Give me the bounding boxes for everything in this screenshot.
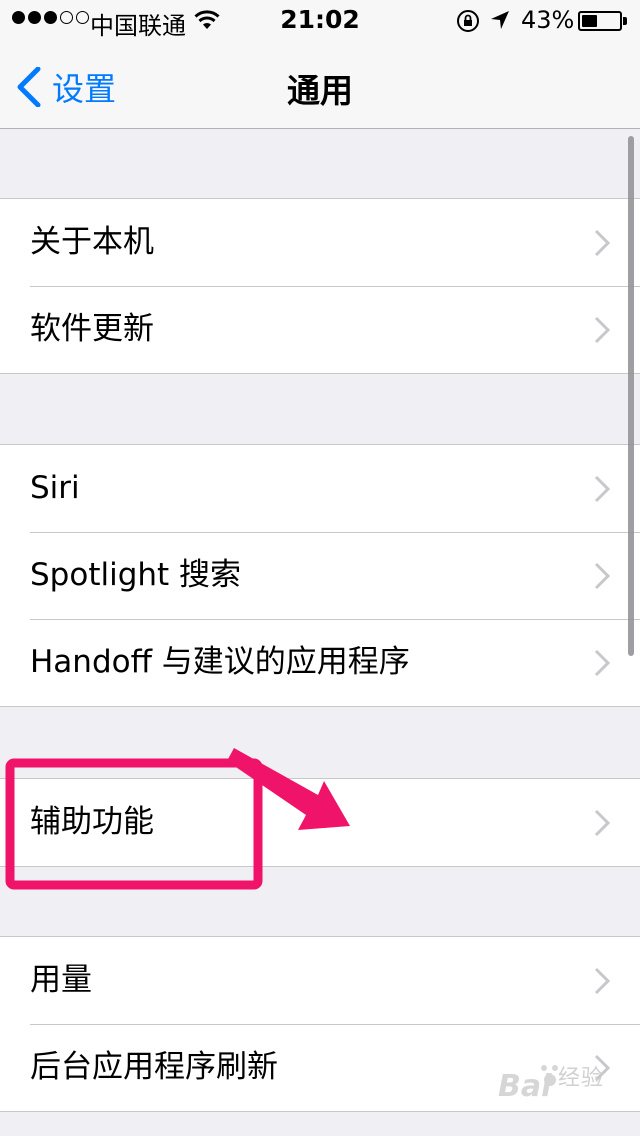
list-item-software-update[interactable]: 软件更新: [0, 286, 640, 373]
battery-icon: [578, 11, 622, 31]
list-item-handoff[interactable]: Handoff 与建议的应用程序: [0, 619, 640, 706]
list-item-label: Siri: [30, 470, 80, 506]
rotation-lock-icon: [457, 10, 479, 32]
list-item-label: Spotlight 搜索: [30, 557, 242, 593]
list-item-label: 关于本机: [30, 224, 154, 260]
chevron-right-icon: [594, 967, 610, 995]
battery-percent: 43%: [521, 6, 575, 34]
settings-group-accessibility: 辅助功能: [0, 778, 640, 867]
status-bar: 中国联通 21:02 43%: [0, 0, 640, 40]
list-item-usage[interactable]: 用量: [0, 937, 640, 1024]
list-item-label: 辅助功能: [30, 804, 154, 840]
battery-fill: [582, 15, 597, 27]
list-item-about[interactable]: 关于本机: [0, 199, 640, 286]
chevron-right-icon: [594, 809, 610, 837]
settings-group-about: 关于本机 软件更新: [0, 198, 640, 374]
list-item-label: Handoff 与建议的应用程序: [30, 644, 410, 680]
chevron-right-icon: [594, 475, 610, 503]
list-item-accessibility[interactable]: 辅助功能: [0, 779, 640, 866]
list-item-label: 后台应用程序刷新: [30, 1049, 278, 1085]
list-item-label: 软件更新: [30, 311, 154, 347]
watermark-text: 经验: [558, 1066, 605, 1091]
page-title: 通用: [287, 71, 353, 110]
list-item-spotlight[interactable]: Spotlight 搜索: [0, 532, 640, 619]
baidu-logo-icon: Bai: [498, 1065, 558, 1104]
chevron-right-icon: [594, 562, 610, 590]
chevron-right-icon: [594, 229, 610, 257]
list-item-siri[interactable]: Siri: [0, 445, 640, 532]
list-item-label: 用量: [30, 962, 92, 998]
battery-tip: [623, 17, 627, 25]
settings-group-search: Siri Spotlight 搜索 Handoff 与建议的应用程序: [0, 444, 640, 707]
watermark-brand: Bai: [498, 1069, 552, 1104]
chevron-right-icon: [594, 316, 610, 344]
navigation-bar: 设置 通用: [0, 40, 640, 129]
scroll-indicator[interactable]: [628, 136, 634, 656]
chevron-right-icon: [594, 649, 610, 677]
location-arrow-icon: [491, 11, 509, 29]
